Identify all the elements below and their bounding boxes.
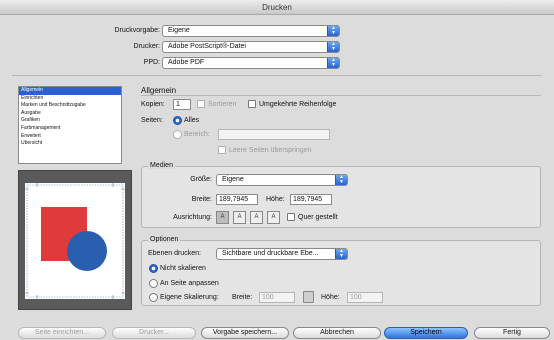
divider bbox=[12, 75, 542, 76]
pages-all-label: Alles bbox=[184, 117, 200, 124]
pages-range-label: Bereich: bbox=[184, 131, 210, 138]
done-button[interactable]: Fertig bbox=[474, 327, 550, 339]
category-item-color-management[interactable]: Farbmanagement bbox=[19, 125, 121, 133]
copies-input[interactable]: 1 bbox=[173, 99, 191, 110]
no-scale-radio[interactable] bbox=[149, 264, 158, 273]
category-item-advanced[interactable]: Erweitert bbox=[19, 133, 121, 141]
preview-blue-circle bbox=[67, 231, 107, 271]
category-item-general[interactable]: Allgemein bbox=[19, 87, 121, 95]
sort-checkbox[interactable] bbox=[197, 100, 205, 108]
window-title: Drucken bbox=[0, 0, 554, 15]
media-header: Medien bbox=[148, 162, 175, 169]
ppd-label: PPD: bbox=[143, 59, 160, 66]
chain-link-icon[interactable] bbox=[303, 291, 314, 303]
print-dialog: Drucken Druckvorgabe: Eigene ▲ ▼ Drucker:… bbox=[0, 0, 554, 340]
orientation-landscape-flipped-icon[interactable]: A bbox=[267, 211, 280, 224]
popup-arrows-icon: ▲ ▼ bbox=[327, 26, 339, 36]
pages-range-radio[interactable] bbox=[173, 130, 182, 139]
printer-value: Adobe PostScript®-Datei bbox=[168, 43, 246, 50]
size-label: Größe: bbox=[190, 176, 212, 183]
preset-label: Druckvorgabe: bbox=[114, 27, 160, 34]
orientation-portrait-flipped-icon[interactable]: A bbox=[250, 211, 263, 224]
printer-popup[interactable]: Adobe PostScript®-Datei ▲ ▼ bbox=[162, 41, 340, 53]
pages-label: Seiten: bbox=[141, 117, 163, 124]
category-item-setup[interactable]: Einrichten bbox=[19, 95, 121, 103]
category-item-output[interactable]: Ausgabe bbox=[19, 110, 121, 118]
fit-page-label: An Seite anpassen bbox=[160, 280, 219, 287]
size-value: Eigene bbox=[222, 176, 244, 183]
popup-arrows-icon: ▲ ▼ bbox=[327, 58, 339, 68]
page-setup-button[interactable]: Seite einrichten... bbox=[18, 327, 106, 339]
category-list: Allgemein Einrichten Marken und Beschnit… bbox=[18, 86, 122, 164]
print-preview bbox=[18, 170, 132, 310]
width-input[interactable]: 189,7945 bbox=[216, 194, 258, 205]
save-button[interactable]: Speichern bbox=[384, 327, 468, 339]
popup-arrows-icon: ▲ ▼ bbox=[335, 175, 347, 185]
layers-label: Ebenen drucken: bbox=[148, 250, 201, 257]
no-scale-label: Nicht skalieren bbox=[160, 265, 206, 272]
popup-arrows-icon: ▲ ▼ bbox=[335, 249, 347, 259]
reverse-order-label: Umgekehrte Reihenfolge bbox=[259, 101, 337, 108]
transverse-label: Quer gestellt bbox=[298, 214, 338, 221]
orientation-portrait-icon[interactable]: A bbox=[216, 211, 229, 224]
ppd-popup[interactable]: Adobe PDF ▲ ▼ bbox=[162, 57, 340, 69]
category-item-graphics[interactable]: Grafiken bbox=[19, 117, 121, 125]
height-label: Höhe: bbox=[266, 196, 285, 203]
orientation-label: Ausrichtung: bbox=[173, 214, 212, 221]
popup-arrows-icon: ▲ ▼ bbox=[327, 42, 339, 52]
size-popup[interactable]: Eigene ▲ ▼ bbox=[216, 174, 348, 186]
preview-graphic bbox=[25, 183, 125, 299]
printer-button[interactable]: Drucker... bbox=[112, 327, 196, 339]
printer-label: Drucker: bbox=[133, 43, 160, 50]
category-item-summary[interactable]: Übersicht bbox=[19, 140, 121, 148]
sort-label: Sortieren bbox=[208, 101, 237, 108]
layers-popup[interactable]: Sichtbare und druckbare Ebe... ▲ ▼ bbox=[216, 248, 348, 260]
save-preset-button[interactable]: Vorgabe speichern... bbox=[201, 327, 289, 339]
pages-all-radio[interactable] bbox=[173, 116, 182, 125]
orientation-landscape-icon[interactable]: A bbox=[233, 211, 246, 224]
scale-width-label: Breite: bbox=[232, 294, 253, 301]
divider bbox=[141, 95, 541, 96]
scale-height-input[interactable]: 100 bbox=[347, 292, 383, 303]
skip-blank-checkbox[interactable] bbox=[218, 146, 226, 154]
custom-scale-radio[interactable] bbox=[149, 293, 158, 302]
preset-popup[interactable]: Eigene ▲ ▼ bbox=[162, 25, 340, 37]
transverse-checkbox[interactable] bbox=[287, 213, 295, 221]
general-header: Allgemein bbox=[141, 86, 177, 95]
category-item-marks-bleed[interactable]: Marken und Beschnittzugabe bbox=[19, 102, 121, 110]
pages-range-input[interactable] bbox=[218, 129, 330, 140]
width-label: Breite: bbox=[191, 196, 212, 203]
cancel-button[interactable]: Abbrechen bbox=[293, 327, 381, 339]
skip-blank-label: Leere Seiten überspringen bbox=[229, 147, 312, 154]
ppd-value: Adobe PDF bbox=[168, 59, 205, 66]
scale-width-input[interactable]: 100 bbox=[259, 292, 295, 303]
fit-page-radio[interactable] bbox=[149, 279, 158, 288]
copies-label: Kopien: bbox=[141, 101, 165, 108]
scale-height-label: Höhe: bbox=[321, 294, 340, 301]
custom-scale-label: Eigene Skalierung: bbox=[160, 294, 219, 301]
reverse-order-checkbox[interactable] bbox=[248, 100, 256, 108]
layers-value: Sichtbare und druckbare Ebe... bbox=[222, 250, 319, 257]
options-header: Optionen bbox=[148, 236, 181, 243]
preset-value: Eigene bbox=[168, 27, 190, 34]
height-input[interactable]: 189,7945 bbox=[290, 194, 332, 205]
